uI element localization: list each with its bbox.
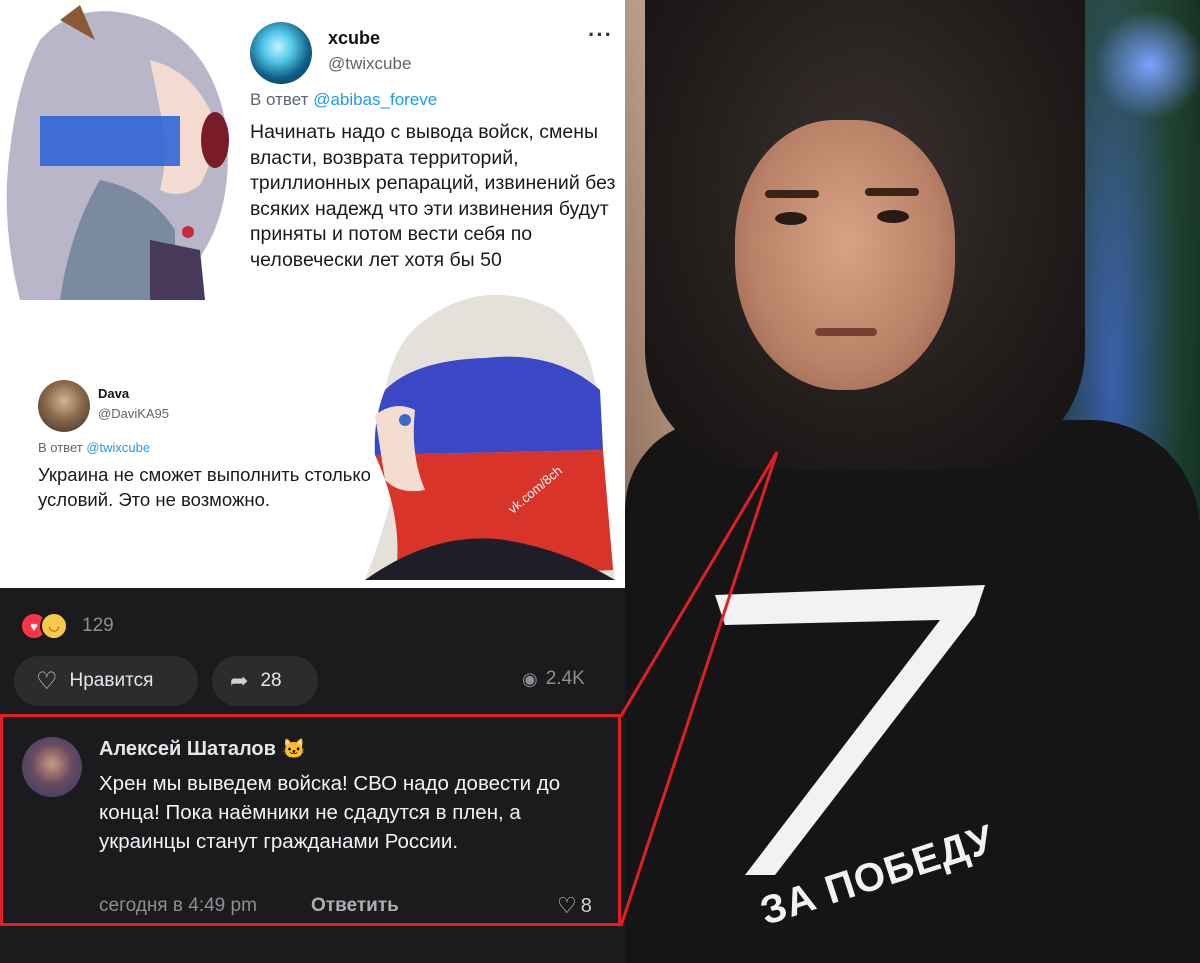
highlight-connector-line [619,451,779,927]
